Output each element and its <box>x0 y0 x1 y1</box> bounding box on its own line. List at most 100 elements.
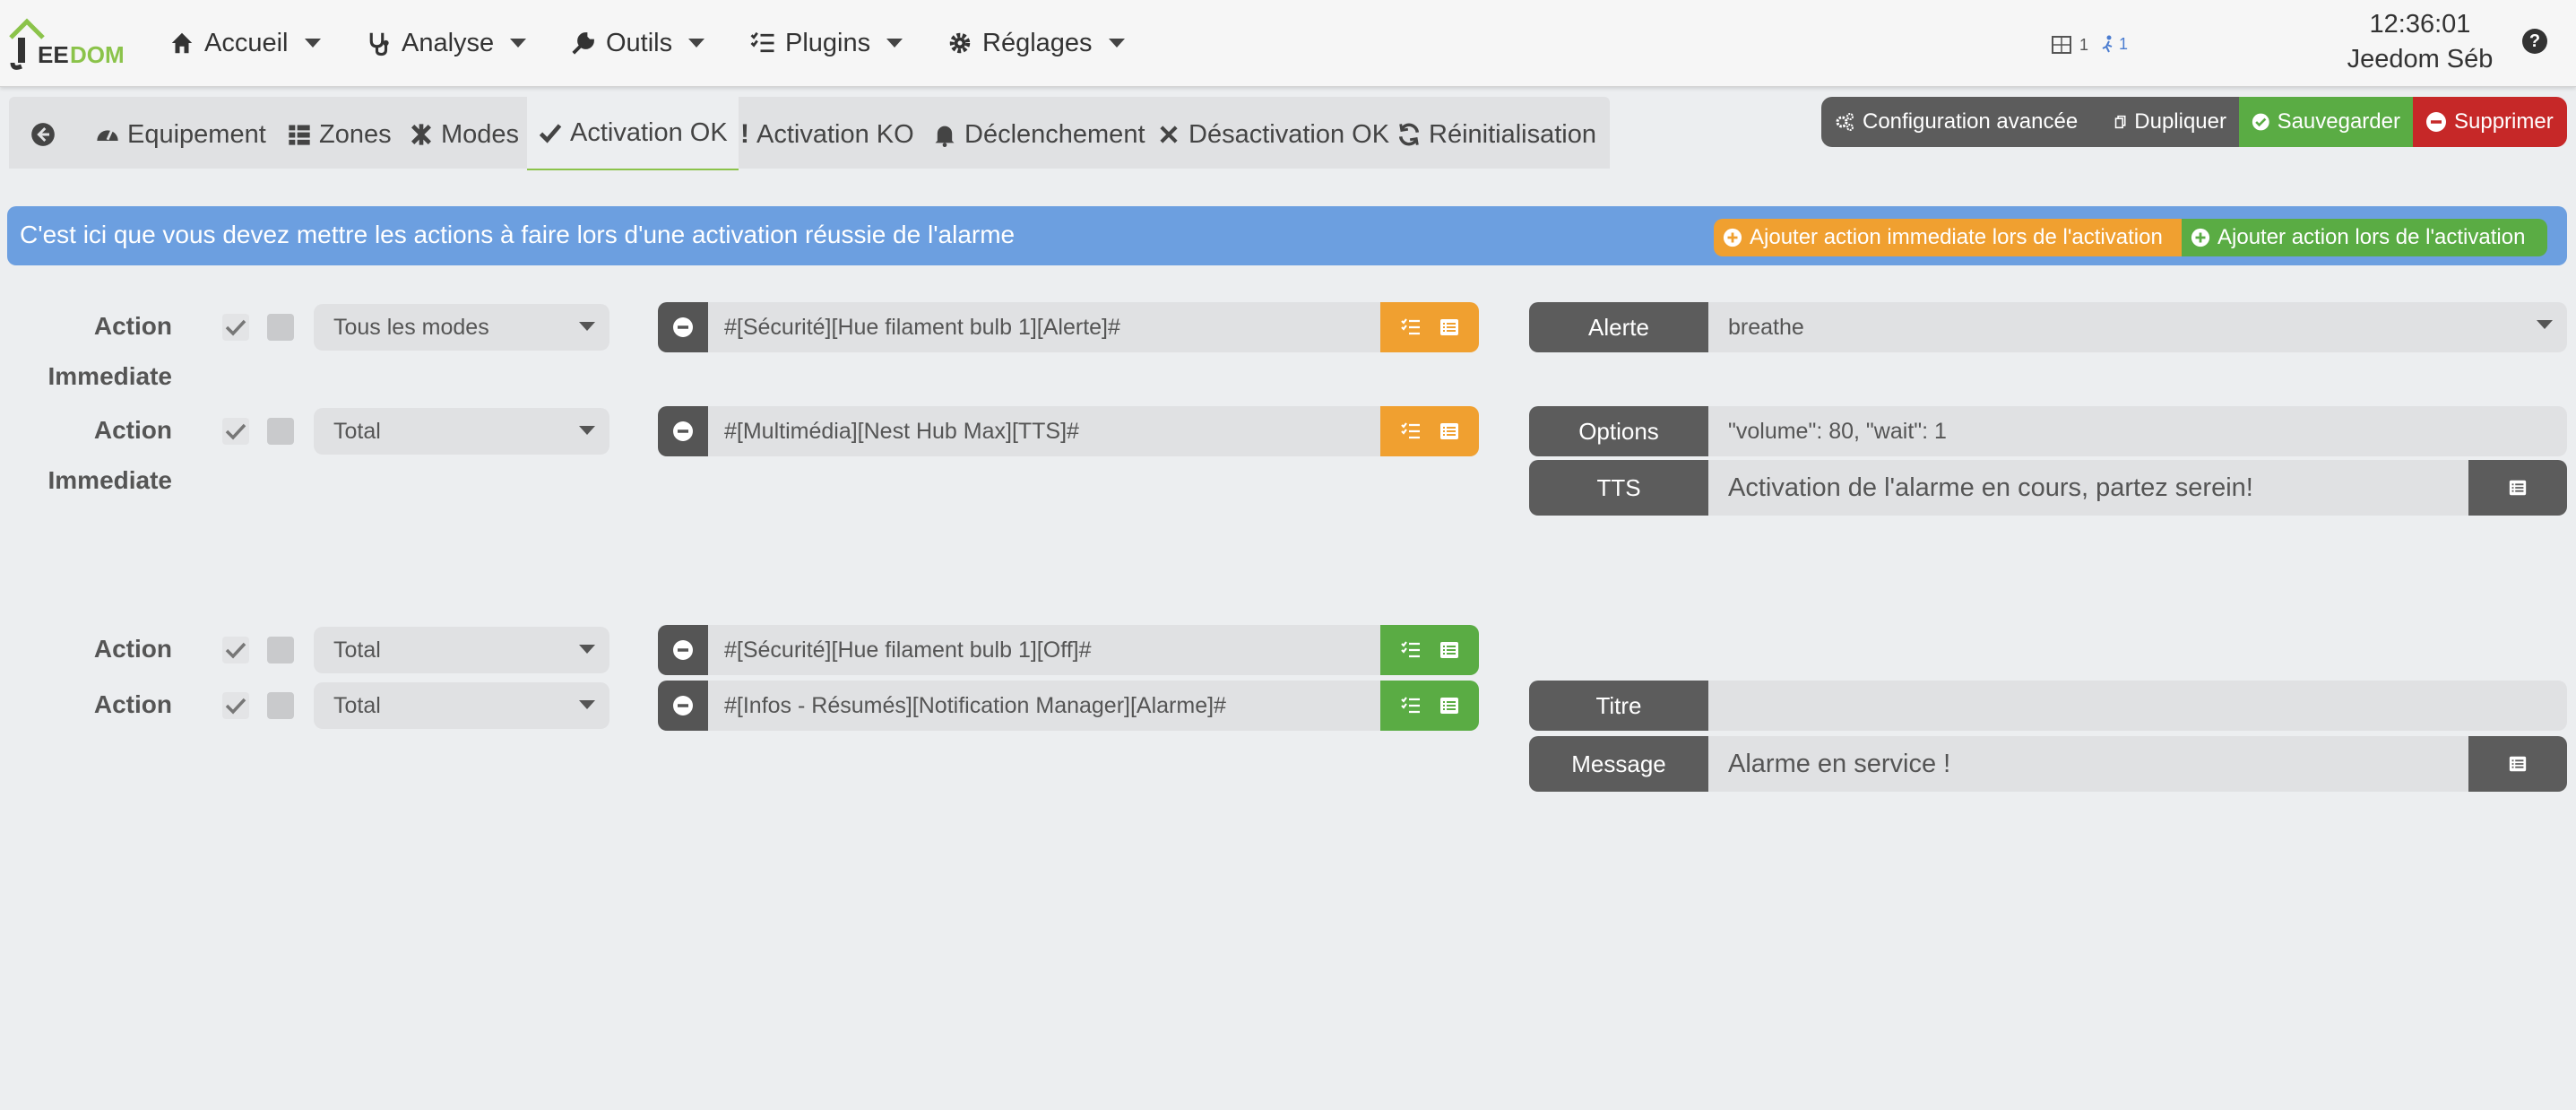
tab-activation-ok[interactable]: Activation OK <box>527 97 739 170</box>
title-input[interactable] <box>1708 681 2567 731</box>
list-alt-icon[interactable] <box>1439 421 1460 442</box>
tab-zones[interactable]: Zones <box>287 108 392 161</box>
command-input[interactable]: #[Sécurité][Hue filament bulb 1][Alerte]… <box>708 302 1380 352</box>
jeedom-logo[interactable]: EE DOM <box>7 11 133 70</box>
enable-checkbox[interactable] <box>222 692 249 719</box>
chevron-down-icon <box>886 39 903 48</box>
add-action-button[interactable]: Ajouter action lors de l'activation <box>2182 219 2547 256</box>
tab-equipement[interactable]: Equipement <box>95 108 266 161</box>
save-button[interactable]: Sauvegarder <box>2239 97 2413 147</box>
mode-select-value: Total <box>333 637 381 663</box>
back-button[interactable] <box>30 108 56 161</box>
summary-motion[interactable]: 1 <box>2101 34 2128 54</box>
add-action-label: Ajouter action lors de l'activation <box>2217 225 2526 249</box>
option-select[interactable]: breathe <box>1708 302 2567 352</box>
chevron-down-icon <box>510 39 527 48</box>
command-input[interactable]: #[Multimédia][Nest Hub Max][TTS]# <box>708 406 1380 456</box>
tab-activation-ko[interactable]: ! Activation KO <box>740 108 914 161</box>
enable-checkbox[interactable] <box>222 418 249 445</box>
cogs-icon <box>1836 113 1854 131</box>
background-checkbox[interactable] <box>267 314 294 341</box>
enable-checkbox[interactable] <box>222 637 249 663</box>
advanced-config-button[interactable]: Configuration avancée <box>1821 97 2101 147</box>
mode-select-value: Total <box>333 418 381 444</box>
duplicate-button[interactable]: Dupliquer <box>2101 97 2239 147</box>
row-label-immediate: Immediate <box>48 362 173 390</box>
command-input[interactable]: #[Sécurité][Hue filament bulb 1][Off]# <box>708 625 1380 675</box>
background-checkbox[interactable] <box>267 418 294 445</box>
remove-action-button[interactable] <box>658 625 708 675</box>
tasks-icon <box>750 31 774 53</box>
list-alt-icon[interactable] <box>1439 639 1460 661</box>
svg-text:DOM: DOM <box>70 41 125 68</box>
nav-accueil[interactable]: Accueil <box>169 20 321 66</box>
list-alt-icon <box>2509 480 2527 496</box>
command-input[interactable]: #[Infos - Résumés][Notification Manager]… <box>708 681 1380 731</box>
list-alt-icon[interactable] <box>1439 695 1460 716</box>
chevron-down-icon <box>304 39 321 48</box>
delete-button[interactable]: Supprimer <box>2413 97 2567 147</box>
background-checkbox[interactable] <box>267 637 294 663</box>
remove-action-button[interactable] <box>658 681 708 731</box>
wrench-icon <box>572 32 594 55</box>
chevron-down-icon <box>579 645 595 654</box>
tasks-icon[interactable] <box>1400 317 1422 338</box>
mode-select[interactable]: Total <box>314 408 609 455</box>
tab-declenchement[interactable]: Déclenchement <box>932 108 1145 161</box>
option-label: TTS <box>1529 460 1708 516</box>
mode-select[interactable]: Total <box>314 682 609 729</box>
summary-security[interactable]: 1 <box>2049 34 2088 56</box>
message-textarea[interactable]: Alarme en service ! <box>1708 736 2468 792</box>
chevron-down-icon <box>1108 39 1125 48</box>
arrow-circle-left-icon <box>31 123 55 146</box>
option-label: Options <box>1529 406 1708 456</box>
add-immediate-action-button[interactable]: Ajouter action immediate lors de l'activ… <box>1714 219 2182 256</box>
tab-declenchement-label: Déclenchement <box>964 119 1145 149</box>
help-icon[interactable]: ? <box>2522 29 2547 54</box>
mode-select[interactable]: Tous les modes <box>314 304 609 351</box>
background-checkbox[interactable] <box>267 692 294 719</box>
nav-analyse[interactable]: Analyse <box>366 20 527 66</box>
tab-modes[interactable]: Modes <box>409 108 519 161</box>
row-label-immediate: Immediate <box>48 466 173 494</box>
chevron-down-icon <box>2537 320 2553 329</box>
remove-action-button[interactable] <box>658 406 708 456</box>
duplicate-label: Dupliquer <box>2134 109 2226 134</box>
clock-user: 12:36:01 Jeedom Séb <box>2330 7 2510 77</box>
nav-plugins[interactable]: Plugins <box>749 20 903 66</box>
options-input[interactable]: "volume": 80, "wait": 1 <box>1708 406 2567 456</box>
summary-security-count: 1 <box>2079 35 2089 54</box>
row-label: Action <box>93 635 172 663</box>
tab-desactivation-ok[interactable]: Désactivation OK <box>1156 108 1389 161</box>
mode-select-value: Total <box>333 692 381 718</box>
tasks-icon[interactable] <box>1400 421 1422 442</box>
mode-select[interactable]: Total <box>314 627 609 673</box>
save-label: Sauvegarder <box>2277 109 2400 134</box>
exclamation-icon: ! <box>740 119 749 149</box>
nav-outils[interactable]: Outils <box>570 20 705 66</box>
message-tags-button[interactable] <box>2468 460 2567 516</box>
nav-reglages[interactable]: Réglages <box>947 20 1125 66</box>
user-name[interactable]: Jeedom Séb <box>2330 42 2510 77</box>
times-icon <box>1160 126 1178 143</box>
running-icon <box>2102 35 2113 53</box>
tab-equipement-label: Equipement <box>127 119 266 149</box>
tasks-icon[interactable] <box>1400 695 1422 716</box>
remove-action-button[interactable] <box>658 302 708 352</box>
tab-activation-ok-label: Activation OK <box>570 117 728 147</box>
list-alt-icon <box>2509 756 2527 772</box>
list-alt-icon[interactable] <box>1439 317 1460 338</box>
advanced-config-label: Configuration avancée <box>1863 109 2079 134</box>
enable-checkbox[interactable] <box>222 314 249 341</box>
command-buttons <box>1380 625 1479 675</box>
message-tags-button[interactable] <box>2468 736 2567 792</box>
tts-message-textarea[interactable]: Activation de l'alarme en cours, partez … <box>1708 460 2468 516</box>
tasks-icon[interactable] <box>1400 639 1422 661</box>
nav-reglages-label: Réglages <box>982 28 1093 57</box>
chevron-down-icon <box>688 39 705 48</box>
tab-reinitialisation[interactable]: Réinitialisation <box>1396 108 1596 161</box>
minus-circle-icon <box>673 317 693 337</box>
plus-circle-icon <box>1723 228 1742 247</box>
plus-circle-icon <box>2191 228 2210 247</box>
refresh-icon <box>1398 123 1420 146</box>
